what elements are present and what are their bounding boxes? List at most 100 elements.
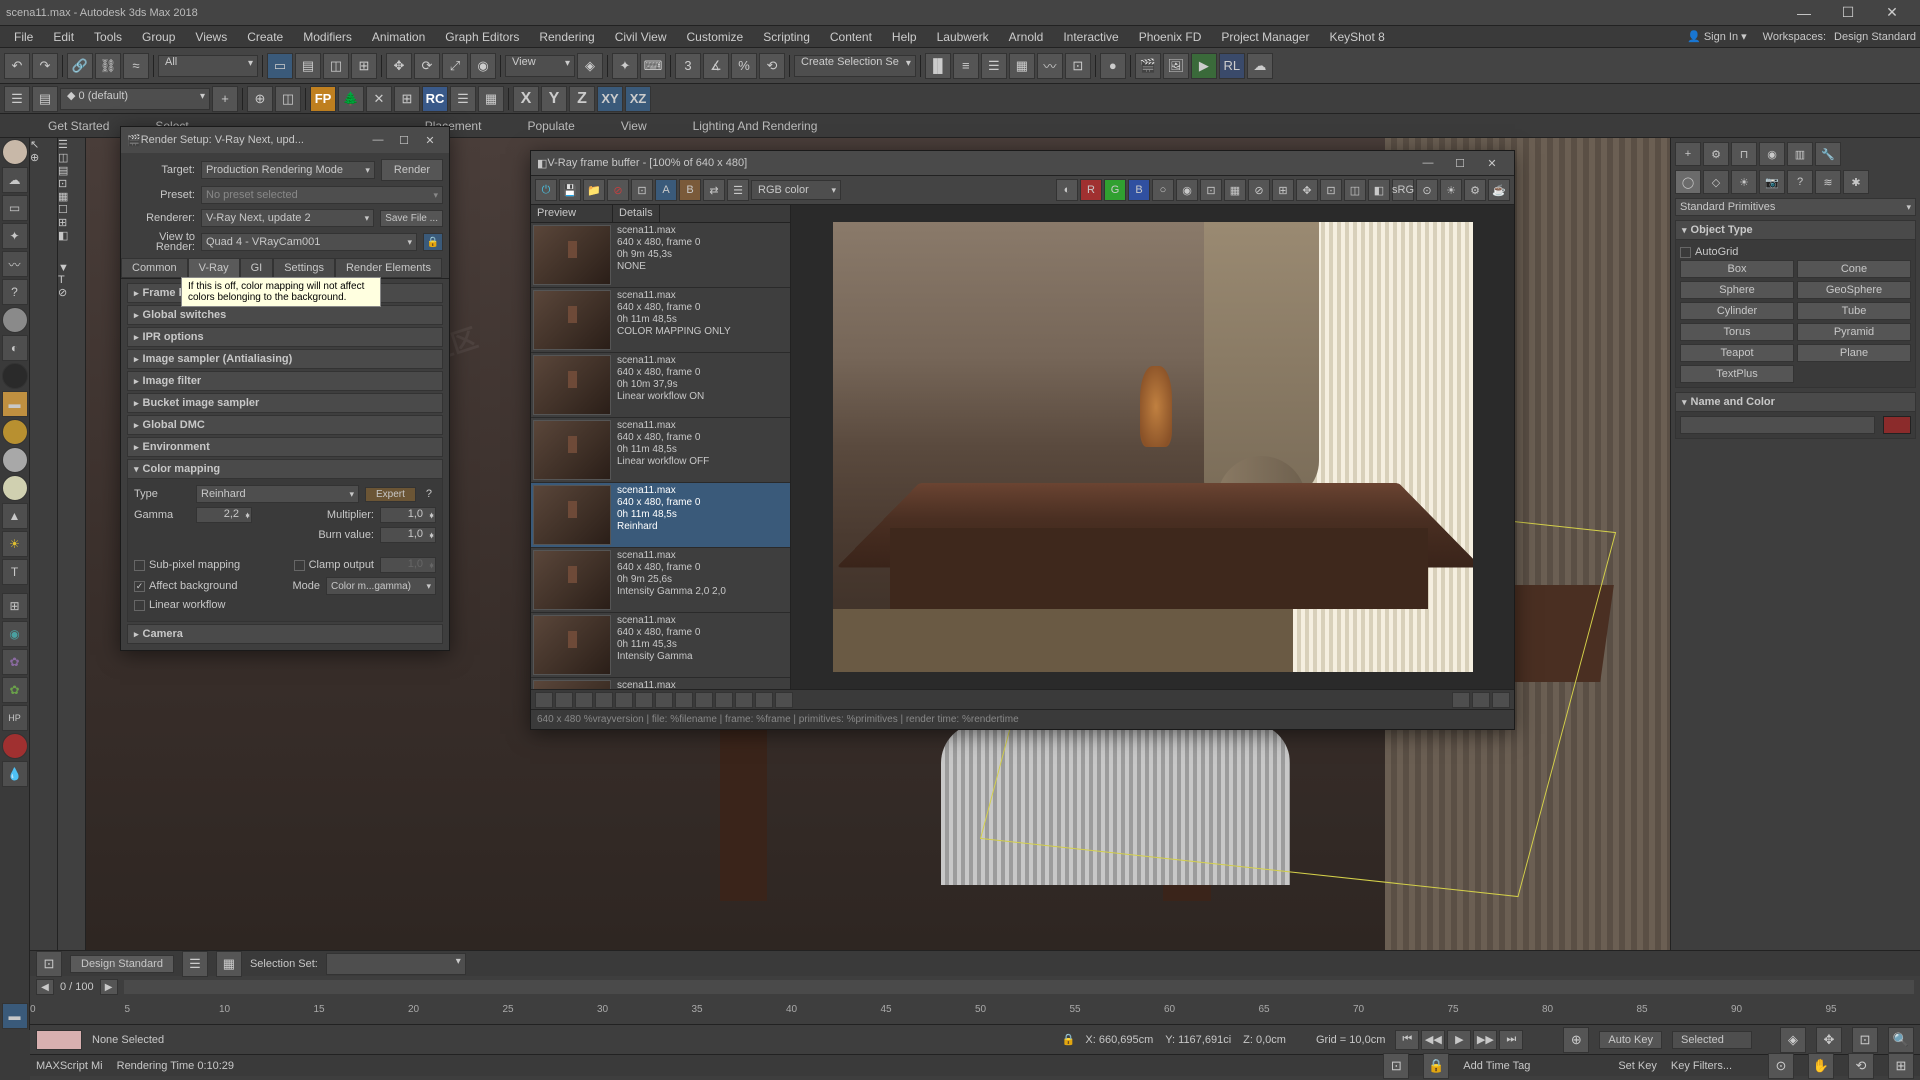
toggle-ribbon-button[interactable]: ▦	[1009, 53, 1035, 79]
expand-tool[interactable]: ⊕	[30, 151, 57, 164]
rendered-frame-button[interactable]: 🖼	[1163, 53, 1189, 79]
material-editor-button[interactable]: ●	[1100, 53, 1126, 79]
keymode-dropdown[interactable]: Selected	[1672, 1031, 1752, 1049]
menu-laubwerk[interactable]: Laubwerk	[927, 28, 999, 46]
prim-box[interactable]: Box	[1680, 260, 1794, 278]
prim-sphere[interactable]: Sphere	[1680, 281, 1794, 299]
vfb-btn-13[interactable]: ◫	[1344, 179, 1366, 201]
scale-button[interactable]: ⤢	[442, 53, 468, 79]
time-slider[interactable]	[124, 980, 1914, 994]
rs-target-dropdown[interactable]: Production Rendering Mode	[201, 161, 375, 179]
prim-torus[interactable]: Torus	[1680, 323, 1794, 341]
goto-start-button[interactable]: ⏮	[1395, 1030, 1419, 1050]
helper-tool-icon[interactable]: ?	[2, 279, 28, 305]
vfb-st-4[interactable]	[595, 692, 613, 708]
rc-button[interactable]: RC	[422, 86, 448, 112]
subtab-helpers[interactable]: ?	[1787, 170, 1813, 194]
cm-subpixel-checkbox[interactable]: Sub-pixel mapping	[134, 559, 240, 571]
nav-btn-6[interactable]: ✋	[1808, 1053, 1834, 1079]
subtab-shapes[interactable]: ◇	[1703, 170, 1729, 194]
nav-btn-7[interactable]: ⟲	[1848, 1053, 1874, 1079]
vfb-btn-15[interactable]: sRG	[1392, 179, 1414, 201]
menu-phoenixfd[interactable]: Phoenix FD	[1129, 28, 1212, 46]
cm-affectbg-checkbox[interactable]: ✓Affect background	[134, 580, 237, 592]
vfb-btn-12[interactable]: ⊡	[1320, 179, 1342, 201]
vfb-dup-button[interactable]: ⊡	[631, 179, 653, 201]
menu-content[interactable]: Content	[820, 28, 882, 46]
text-tool-icon[interactable]: T	[2, 559, 28, 585]
cm-burn-spinner[interactable]: 1,0	[380, 527, 436, 543]
vfb-st-5[interactable]	[615, 692, 633, 708]
nav-btn-8[interactable]: ⊞	[1888, 1053, 1914, 1079]
vfb-history-item[interactable]: scena11.max640 x 480, frame 00h 11m 48,5…	[531, 288, 790, 353]
rs-savefile-button[interactable]: Save File ...	[380, 210, 443, 227]
purple-tool-icon[interactable]: ✿	[2, 649, 28, 675]
cm-expert-button[interactable]: Expert	[365, 487, 416, 502]
tri-tool-icon[interactable]: ▲	[2, 503, 28, 529]
rollout-imagefilter[interactable]: Image filter	[127, 371, 443, 391]
layer-dropdown[interactable]: ◆ 0 (default)	[60, 88, 210, 110]
bind-button[interactable]: ≈	[123, 53, 149, 79]
rs-tab-common[interactable]: Common	[121, 258, 188, 278]
mask-button[interactable]: ✕	[366, 86, 392, 112]
se-btn-2[interactable]: ◫	[58, 151, 85, 164]
rollout-camera[interactable]: Camera	[127, 624, 443, 644]
menu-civilview[interactable]: Civil View	[605, 28, 677, 46]
se-filter-3[interactable]: ⊘	[58, 286, 85, 299]
menu-projectmanager[interactable]: Project Manager	[1211, 28, 1319, 46]
ribbon-lighting[interactable]: Lighting And Rendering	[685, 117, 826, 135]
menu-group[interactable]: Group	[132, 28, 185, 46]
cm-mult-spinner[interactable]: 1,0	[380, 507, 436, 523]
tab-display[interactable]: ▥	[1787, 142, 1813, 166]
vfb-save-button[interactable]: 💾	[559, 179, 581, 201]
vfb-red-button[interactable]: R	[1080, 179, 1102, 201]
addtimetag-button[interactable]: Add Time Tag	[1463, 1060, 1530, 1072]
autokey-button[interactable]: Auto Key	[1599, 1031, 1662, 1049]
subtab-cameras[interactable]: 📷	[1759, 170, 1785, 194]
vfb-st-1[interactable]	[535, 692, 553, 708]
mirror-button[interactable]: ▐▌	[925, 53, 951, 79]
render-production-button[interactable]: ▶	[1191, 53, 1217, 79]
selset-dropdown[interactable]	[326, 953, 466, 975]
rollout-bucket[interactable]: Bucket image sampler	[127, 393, 443, 413]
rollout-globalswitches[interactable]: Global switches	[127, 305, 443, 325]
green-tool-icon[interactable]: ✿	[2, 677, 28, 703]
vfb-st-3[interactable]	[575, 692, 593, 708]
design-standard-label[interactable]: Design Standard	[70, 955, 174, 973]
render-online-button[interactable]: ☁	[1247, 53, 1273, 79]
status-color-swatch[interactable]	[36, 1030, 82, 1050]
rollout-name-color[interactable]: Name and Color	[1675, 392, 1916, 412]
vfb-st-12[interactable]	[755, 692, 773, 708]
vfb-load-button[interactable]: 📁	[583, 179, 605, 201]
se-filter-1[interactable]: ▼	[58, 262, 85, 274]
nav-btn-3[interactable]: ⊡	[1852, 1027, 1878, 1053]
select-region-button[interactable]: ◫	[323, 53, 349, 79]
vfb-st-r1[interactable]	[1452, 692, 1470, 708]
prim-pyramid[interactable]: Pyramid	[1797, 323, 1911, 341]
grid-tool-icon[interactable]: ⊞	[2, 593, 28, 619]
se-btn-6[interactable]: ☐	[58, 203, 85, 216]
isolate-button[interactable]: ⊡	[1383, 1053, 1409, 1079]
maximize-button[interactable]: ☐	[1826, 2, 1870, 24]
rect-tool-icon[interactable]: ▬	[2, 391, 28, 417]
tab-modify[interactable]: ⚙	[1703, 142, 1729, 166]
prev-frame-button[interactable]: ◀◀	[1421, 1030, 1445, 1050]
vfb-btn-17[interactable]: ☀	[1440, 179, 1462, 201]
rs-lock-button[interactable]: 🔒	[423, 233, 443, 251]
menu-grapheditors[interactable]: Graph Editors	[435, 28, 529, 46]
vfb-btn-11[interactable]: ✥	[1296, 179, 1318, 201]
vfb-history-item[interactable]: scena11.max640 x 480, frame 00h 11m 48,5…	[531, 418, 790, 483]
align-button[interactable]: ≡	[953, 53, 979, 79]
prim-textplus[interactable]: TextPlus	[1680, 365, 1794, 383]
tab-create[interactable]: +	[1675, 142, 1701, 166]
curve-editor-button[interactable]: 〰	[1037, 53, 1063, 79]
cm-linear-checkbox[interactable]: Linear workflow	[134, 599, 225, 611]
vfb-history-item[interactable]: scena11.max640 x 480, frame 00h 9m 25,6s…	[531, 548, 790, 613]
play-button[interactable]: ▶	[1447, 1030, 1471, 1050]
vfb-channel-dropdown[interactable]: RGB color	[751, 180, 841, 200]
cm-gamma-spinner[interactable]: 2,2	[196, 507, 252, 523]
maxscript-label[interactable]: MAXScript Mi	[36, 1060, 103, 1072]
rs-renderer-dropdown[interactable]: V-Ray Next, update 2	[201, 209, 374, 227]
arrow-tool[interactable]: ↖	[30, 138, 57, 151]
frame-prev-button[interactable]: ◀	[36, 979, 54, 995]
